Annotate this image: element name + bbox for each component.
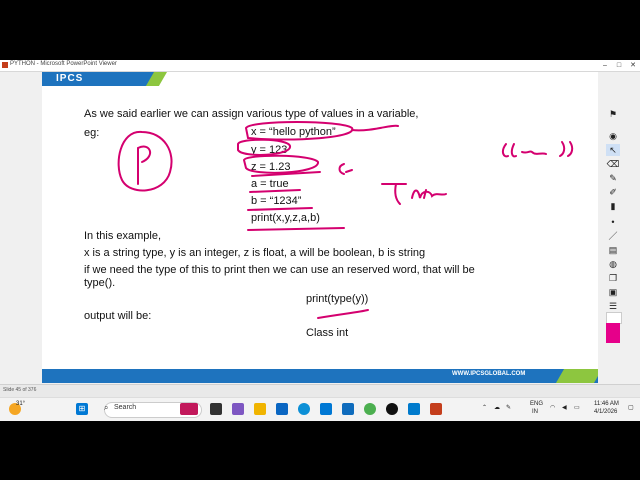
true-rest bbox=[411, 189, 447, 199]
underline-print bbox=[247, 227, 345, 231]
copilot-icon[interactable] bbox=[232, 403, 244, 415]
slide: IPCS As we said earlier we can assign va… bbox=[42, 72, 598, 383]
footer-url: WWW.IPCSGLOBAL.COM bbox=[452, 371, 526, 377]
tail-x bbox=[351, 124, 399, 132]
pen-annotations bbox=[117, 121, 574, 319]
maximize-button[interactable]: □ bbox=[612, 60, 626, 71]
taskbar: 31° ⊞ ⌕ Search ⌃ ☁ ✎ ENG IN ◠ ◀ ▭ 11:46 … bbox=[0, 397, 640, 421]
tray-pen-icon[interactable]: ✎ bbox=[506, 404, 511, 411]
status-bar: Slide 45 of 376 bbox=[0, 384, 640, 398]
store-icon[interactable] bbox=[320, 403, 332, 415]
language-line1[interactable]: ENG bbox=[530, 401, 543, 407]
arrow-pointer-icon[interactable]: ↖ bbox=[606, 144, 620, 156]
clock-time[interactable]: 11:46 AM bbox=[594, 401, 619, 407]
language-line2[interactable]: IN bbox=[532, 409, 538, 415]
tray-cloud-icon[interactable]: ☁ bbox=[494, 404, 500, 411]
file-explorer-icon[interactable] bbox=[254, 403, 266, 415]
weather-temp: 31° bbox=[16, 401, 26, 407]
notification-icon[interactable]: ▢ bbox=[628, 404, 634, 411]
app-icon[interactable] bbox=[386, 403, 398, 415]
quote-word bbox=[521, 150, 547, 155]
eraser-icon[interactable]: ⌫ bbox=[606, 158, 620, 170]
powerpoint-taskbar-icon[interactable] bbox=[430, 403, 442, 415]
pencil-icon[interactable]: ✐ bbox=[606, 186, 620, 198]
dot-size-icon[interactable]: • bbox=[606, 216, 620, 228]
eye-icon[interactable]: ◉ bbox=[606, 130, 620, 142]
line-icon[interactable]: ／ bbox=[606, 230, 620, 242]
list-icon[interactable]: ☰ bbox=[606, 300, 620, 312]
underline-a bbox=[249, 189, 301, 193]
fill-icon[interactable]: ◍ bbox=[606, 258, 620, 270]
color-swatch-magenta[interactable] bbox=[606, 323, 620, 343]
quote-close bbox=[559, 141, 574, 157]
highlighter-icon[interactable]: ▮ bbox=[606, 200, 620, 212]
clock-date[interactable]: 4/1/2026 bbox=[594, 409, 617, 415]
wifi-icon[interactable]: ◠ bbox=[550, 404, 555, 411]
volume-icon[interactable]: ◀ bbox=[562, 404, 567, 411]
true-T bbox=[381, 183, 407, 205]
vscode-icon[interactable] bbox=[408, 403, 420, 415]
window-title: PYTHON - Microsoft PowerPoint Viewer bbox=[10, 61, 117, 67]
window-title-bar: PYTHON - Microsoft PowerPoint Viewer – □… bbox=[0, 60, 640, 72]
minimize-button[interactable]: – bbox=[598, 60, 612, 71]
battery-icon[interactable]: ▭ bbox=[574, 404, 580, 411]
teams-icon[interactable] bbox=[276, 403, 288, 415]
task-view-icon[interactable] bbox=[210, 403, 222, 415]
quote-open bbox=[501, 143, 517, 158]
laser-pointer-icon[interactable]: ⚑ bbox=[606, 108, 620, 120]
pen-toolbar: ⚑ ◉ ↖ ⌫ ✎ ✐ ▮ • ／ ▤ ◍ ❐ ▣ ☰ bbox=[600, 104, 640, 344]
mark-c bbox=[338, 163, 353, 175]
save-icon[interactable]: ▣ bbox=[606, 286, 620, 298]
edge-icon[interactable] bbox=[298, 403, 310, 415]
powerpoint-icon bbox=[2, 62, 8, 68]
start-button[interactable]: ⊞ bbox=[76, 403, 88, 415]
pen-icon[interactable]: ✎ bbox=[606, 172, 620, 184]
search-icon: ⌕ bbox=[104, 403, 109, 412]
slide-counter: Slide 45 of 376 bbox=[3, 387, 37, 393]
underline-class bbox=[317, 309, 369, 319]
outlook-icon[interactable] bbox=[342, 403, 354, 415]
search-label: Search bbox=[114, 404, 137, 411]
chrome-icon[interactable] bbox=[364, 403, 376, 415]
copy-icon[interactable]: ❐ bbox=[606, 272, 620, 284]
tray-chevron-icon[interactable]: ⌃ bbox=[482, 404, 487, 411]
stamp-icon[interactable]: ▤ bbox=[606, 244, 620, 256]
oval-z bbox=[242, 154, 319, 174]
footer-green-accent bbox=[555, 369, 598, 383]
oval-y bbox=[237, 138, 291, 156]
search-highlight-icon[interactable] bbox=[180, 403, 198, 415]
close-button[interactable]: ✕ bbox=[626, 60, 640, 71]
letter-p bbox=[137, 145, 152, 185]
oval-x bbox=[244, 121, 354, 141]
underline-b bbox=[247, 207, 313, 211]
